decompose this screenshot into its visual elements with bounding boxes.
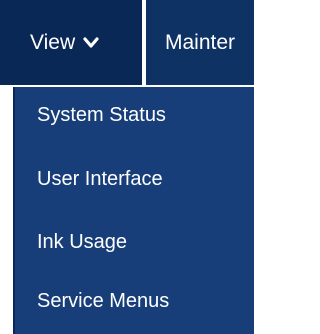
chevron-down-icon: [83, 36, 99, 48]
menu-item-ink-usage[interactable]: Ink Usage: [37, 231, 127, 254]
nav-tab-maintenance[interactable]: Mainter: [146, 0, 254, 85]
top-navbar: View Mainter: [0, 0, 254, 85]
menu-item-user-interface[interactable]: User Interface: [37, 168, 163, 191]
menu-item-system-status[interactable]: System Status: [37, 104, 166, 127]
view-dropdown-menu: System Status User Interface Ink Usage S…: [13, 87, 254, 334]
menu-item-service-menus[interactable]: Service Menus: [37, 290, 169, 313]
nav-tab-maintenance-label: Mainter: [165, 30, 236, 54]
nav-tab-view-label: View: [30, 30, 76, 54]
nav-tab-view[interactable]: View: [0, 0, 142, 85]
